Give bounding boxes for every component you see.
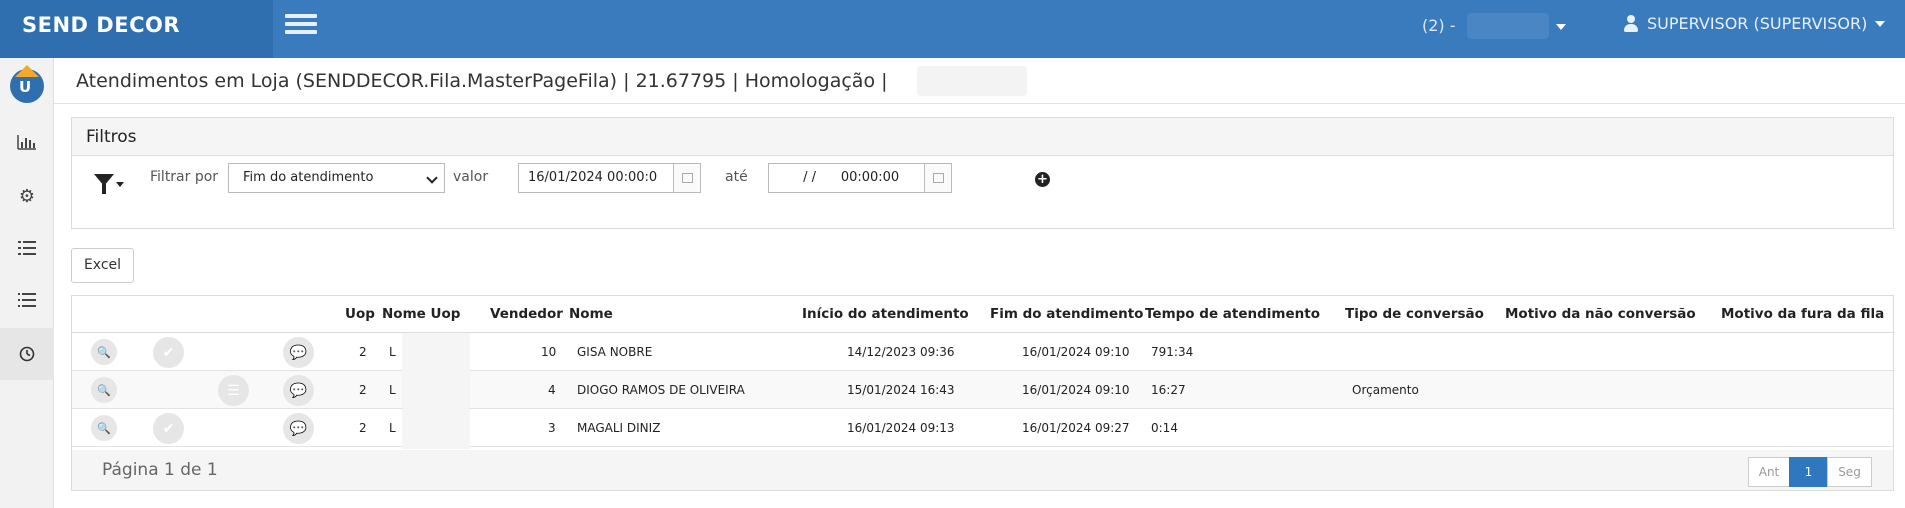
col-nome[interactable]: Nome <box>569 306 613 322</box>
table-header: Uop Nome Uop Vendedor Nome Início do ate… <box>72 296 1893 333</box>
col-tipo-conversao[interactable]: Tipo de conversão <box>1345 306 1484 322</box>
filter-field-value: Fim do atendimento <box>243 170 374 185</box>
view-details-icon[interactable]: 🔍 <box>91 339 117 365</box>
menu-toggle-icon[interactable] <box>285 14 317 36</box>
cell-inicio: 15/01/2024 16:43 <box>847 383 955 397</box>
pager-prev-button[interactable]: Ant <box>1748 457 1790 487</box>
cell-tempo: 791:34 <box>1151 345 1194 359</box>
table-row[interactable]: 🔍 ✔ 💬 2 L 10 GISA NOBRE 14/12/2023 09:36… <box>72 333 1893 371</box>
col-inicio[interactable]: Início do atendimento <box>802 306 969 322</box>
col-vendedor[interactable]: Vendedor <box>490 306 563 322</box>
excel-export-button[interactable]: Excel <box>71 248 134 283</box>
cell-nome: GISA NOBRE <box>577 345 653 359</box>
page-title: Atendimentos em Loja (SENDDECOR.Fila.Mas… <box>76 70 888 92</box>
calendar-to-icon[interactable] <box>924 163 952 193</box>
cell-fim: 16/01/2024 09:27 <box>1022 421 1130 435</box>
cell-vendedor: 4 <box>548 383 556 397</box>
until-label: até <box>725 169 748 185</box>
top-navbar: SEND DECOR (2) - SUPERVISOR (SUPERVISOR) <box>0 0 1905 58</box>
cell-nome-uop: L <box>389 383 396 397</box>
cell-nome-uop: L <box>389 421 396 435</box>
filter-funnel-icon[interactable] <box>94 174 124 196</box>
cell-nome: DIOGO RAMOS DE OLIVEIRA <box>577 383 745 397</box>
user-icon <box>1623 14 1639 33</box>
store-name-redacted <box>402 333 470 449</box>
value-label: valor <box>453 169 489 185</box>
sidebar-item-home[interactable] <box>0 60 54 112</box>
title-redacted <box>917 66 1027 96</box>
cell-fim: 16/01/2024 09:10 <box>1022 345 1130 359</box>
col-motivo-fura-fila[interactable]: Motivo da fura da fila <box>1721 306 1884 322</box>
sidebar-item-reports[interactable] <box>0 116 54 168</box>
date-to-input[interactable]: / / 00:00:00 <box>768 163 925 193</box>
user-caret-icon <box>1875 20 1886 27</box>
cell-uop: 2 <box>359 345 367 359</box>
comment-icon[interactable]: 💬 <box>283 375 314 406</box>
user-menu[interactable]: SUPERVISOR (SUPERVISOR) <box>1623 14 1886 33</box>
add-filter-icon[interactable]: + <box>1035 172 1050 187</box>
comment-icon[interactable]: 💬 <box>283 337 314 368</box>
brand-logo[interactable]: SEND DECOR <box>0 0 273 58</box>
sidebar-item-settings[interactable]: ⚙ <box>0 170 54 222</box>
environment-caret-icon[interactable] <box>1556 24 1566 30</box>
gears-icon: ⚙ <box>18 185 36 207</box>
attendance-table: Uop Nome Uop Vendedor Nome Início do ate… <box>71 295 1894 491</box>
list-ordered-icon <box>18 241 36 255</box>
cell-nome-uop: L <box>389 345 396 359</box>
sidebar-item-ordered-list[interactable] <box>0 222 54 274</box>
pager-next-button[interactable]: Seg <box>1827 457 1872 487</box>
cell-inicio: 14/12/2023 09:36 <box>847 345 955 359</box>
environment-selector-label[interactable]: (2) - <box>1422 16 1456 35</box>
list-details-icon[interactable]: ☰ <box>218 375 249 406</box>
cell-vendedor: 3 <box>548 421 556 435</box>
calendar-from-icon[interactable] <box>673 163 701 193</box>
user-name-label: SUPERVISOR (SUPERVISOR) <box>1647 14 1868 33</box>
logo-icon <box>10 65 44 103</box>
confirm-check-icon[interactable]: ✔ <box>153 413 184 444</box>
environment-name-redacted <box>1467 13 1549 39</box>
cell-vendedor: 10 <box>541 345 557 359</box>
view-details-icon[interactable]: 🔍 <box>91 377 117 403</box>
list-icon <box>18 293 36 307</box>
clock-icon <box>19 346 35 362</box>
page-info: Página 1 de 1 <box>102 460 218 480</box>
sidebar-item-list[interactable] <box>0 274 54 326</box>
confirm-check-icon[interactable]: ✔ <box>153 337 184 368</box>
pagination-bar: Página 1 de 1 Ant 1 Seg <box>72 450 1893 490</box>
view-details-icon[interactable]: 🔍 <box>91 415 117 441</box>
filters-panel: Filtros Filtrar por Fim do atendimento v… <box>71 117 1894 229</box>
comment-icon[interactable]: 💬 <box>283 413 314 444</box>
cell-tempo: 0:14 <box>1151 421 1178 435</box>
table-row[interactable]: 🔍 ☰ 💬 2 L 4 DIOGO RAMOS DE OLIVEIRA 15/0… <box>72 371 1893 409</box>
page-header: Atendimentos em Loja (SENDDECOR.Fila.Mas… <box>54 58 1905 104</box>
cell-fim: 16/01/2024 09:10 <box>1022 383 1130 397</box>
col-tempo[interactable]: Tempo de atendimento <box>1145 306 1320 322</box>
sidebar-item-queue[interactable] <box>0 328 54 380</box>
col-fim[interactable]: Fim do atendimento <box>990 306 1143 322</box>
chevron-down-icon <box>426 172 438 184</box>
cell-nome: MAGALI DINIZ <box>577 421 661 435</box>
cell-inicio: 16/01/2024 09:13 <box>847 421 955 435</box>
cell-uop: 2 <box>359 383 367 397</box>
col-motivo-nao-conversao[interactable]: Motivo da não conversão <box>1505 306 1696 322</box>
filter-by-label: Filtrar por <box>150 169 219 185</box>
table-row[interactable]: 🔍 ✔ 💬 2 L 3 MAGALI DINIZ 16/01/2024 09:1… <box>72 409 1893 447</box>
pager-page-1-button[interactable]: 1 <box>1789 457 1828 487</box>
cell-tipo: Orçamento <box>1352 383 1419 397</box>
col-uop[interactable]: Uop <box>345 306 375 322</box>
filter-field-select[interactable]: Fim do atendimento <box>228 163 445 193</box>
cell-tempo: 16:27 <box>1151 383 1186 397</box>
col-nome-uop[interactable]: Nome Uop <box>382 306 460 322</box>
sidebar: ⚙ <box>0 58 54 508</box>
cell-uop: 2 <box>359 421 367 435</box>
filters-heading: Filtros <box>72 118 1893 156</box>
date-from-input[interactable]: 16/01/2024 00:00:0 <box>518 163 674 193</box>
bar-chart-icon <box>17 135 36 150</box>
